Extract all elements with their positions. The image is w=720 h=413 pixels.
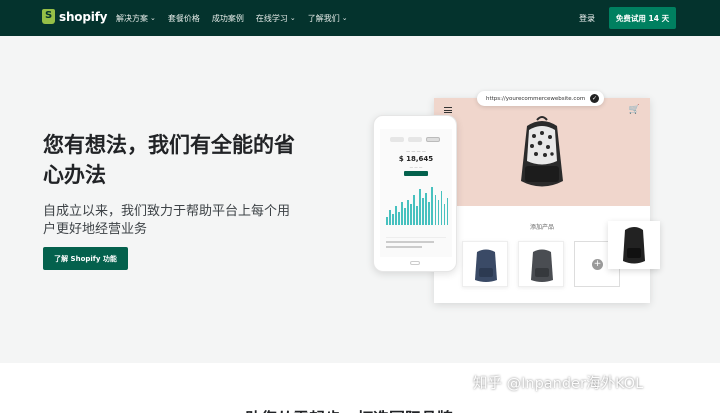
chart-bar: [443, 203, 446, 225]
product-hero-area: 🛒: [434, 98, 650, 206]
phone-tab-active: [426, 137, 440, 142]
check-icon: ✓: [590, 94, 599, 103]
menu-label: 套餐价格: [167, 13, 200, 23]
chart-bar: [392, 214, 394, 225]
chart-bar: [404, 208, 406, 225]
product-thumb[interactable]: [518, 241, 564, 287]
backpack-black-image: [623, 227, 645, 264]
shopify-logo[interactable]: shopify: [42, 9, 107, 24]
chevron-down-icon: ⌄: [289, 14, 296, 22]
learn-features-button[interactable]: 了解 Shopify 功能: [43, 247, 128, 270]
cart-icon: 🛒: [628, 105, 640, 115]
phone-screen: — — — — $ 18,645 — — —: [380, 129, 452, 257]
chart-bar: [395, 206, 397, 225]
chart-bar: [386, 216, 388, 225]
chart-bar: [407, 199, 409, 225]
hero-subhead: 自成立以来，我们致力于帮助平台上每个用户更好地经营业务: [43, 204, 291, 237]
logo-text: shopify: [59, 9, 108, 24]
backpack-navy-image: [475, 249, 497, 282]
menu-label: 了解我们: [307, 13, 340, 23]
chart-bar: [419, 189, 421, 225]
hero-headline: 您有想法，我们有全能的省心办法: [43, 133, 295, 187]
phone-mockup: — — — — $ 18,645 — — —: [373, 115, 457, 272]
phone-tabs: [390, 137, 440, 142]
chart-bar: [410, 203, 412, 225]
product-thumb[interactable]: [462, 241, 508, 287]
chart-bar: [434, 195, 437, 225]
section-title: 助您从零起步，打造国际品牌: [245, 405, 453, 413]
login-link[interactable]: 登录: [579, 13, 595, 24]
menu-label: 在线学习: [255, 13, 288, 23]
phone-sales-amount: $ 18,645: [398, 155, 434, 163]
phone-note: [386, 237, 446, 249]
chart-bar: [431, 187, 433, 225]
backpack-image: [521, 116, 563, 187]
main-menu: 解决方案 ⌄ 套餐价格 成功案例 在线学习 ⌄ 了解我们 ⌄: [116, 0, 348, 36]
chevron-down-icon: ⌄: [150, 14, 156, 22]
chart-bar: [428, 201, 430, 225]
phone-tab: [408, 137, 422, 142]
watermark: 知乎 @Inpander海外KOL: [473, 376, 644, 392]
phone-home-indicator: [410, 261, 420, 265]
chart-bar: [401, 201, 403, 225]
top-nav: shopify 解决方案⌄ 套餐价格 成功案例 在线学习⌄ 了解我们⌄ 登录 免…: [0, 0, 720, 36]
menu-item-solutions[interactable]: 解决方案 ⌄: [116, 13, 156, 24]
url-text: https://yourecommercewebsite.com: [486, 95, 586, 102]
menu-item-cases[interactable]: 成功案例: [212, 13, 244, 24]
menu-item-learn[interactable]: 在线学习 ⌄: [256, 13, 296, 24]
phone-button: [404, 171, 428, 176]
chart-bar: [422, 197, 424, 225]
menu-item-about[interactable]: 了解我们 ⌄: [308, 13, 348, 24]
chart-bar: [446, 197, 449, 225]
chart-bar: [425, 193, 427, 225]
store-mockup: 🛒 添加产品 +: [434, 98, 650, 303]
chart-bar: [413, 195, 415, 225]
phone-sales-label: — — — —: [406, 149, 426, 154]
menu-item-pricing[interactable]: 套餐价格: [168, 13, 200, 24]
menu-label: 解决方案: [116, 13, 148, 23]
chart-bar: [440, 191, 443, 225]
plus-icon: +: [592, 259, 603, 270]
chart-bar: [389, 210, 391, 225]
backpack-gray-image: [531, 249, 553, 282]
free-trial-button[interactable]: 免费试用 14 天: [609, 7, 676, 29]
chevron-down-icon: ⌄: [341, 14, 348, 22]
chart-bar: [398, 212, 400, 225]
hamburger-icon: [444, 107, 452, 113]
chart-bar: [416, 206, 418, 225]
menu-label: 成功案例: [211, 13, 244, 23]
phone-caption: — — —: [409, 165, 423, 169]
phone-sales-chart: [386, 187, 449, 225]
phone-tab: [390, 137, 404, 142]
chart-bar: [437, 199, 440, 225]
url-bar: https://yourecommercewebsite.com ✓: [477, 91, 604, 106]
product-thumb-featured[interactable]: [608, 221, 660, 269]
shopping-bag-icon: [42, 9, 55, 24]
